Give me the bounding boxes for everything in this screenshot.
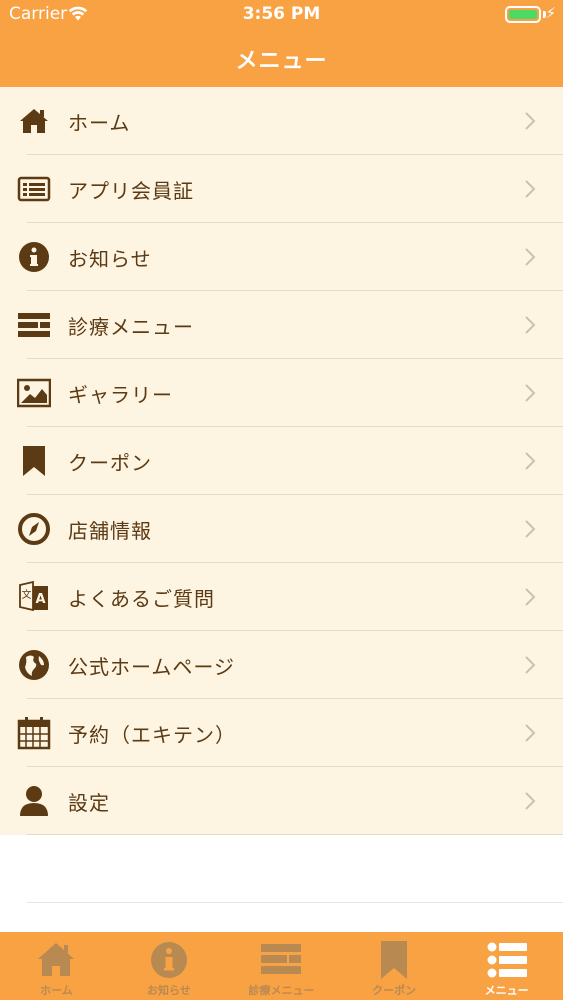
info-icon (150, 942, 187, 978)
menu-list: ホーム アプリ会員証 お知らせ 診療メニュー ギャラリー クーポン 店舗情報 文… (0, 87, 563, 835)
menu-item-label: 店舗情報 (68, 518, 152, 543)
menu-item-label: 予約（エキテン） (68, 722, 236, 747)
chevron-right-icon (525, 248, 536, 266)
menu-item-label: 診療メニュー (68, 314, 194, 339)
battery-icon (505, 6, 541, 23)
member-card-icon (16, 171, 52, 207)
menu-item-label: アプリ会員証 (68, 178, 194, 203)
tab-label: お知らせ (147, 984, 191, 997)
status-time: 3:56 PM (242, 4, 321, 24)
divider (27, 902, 563, 903)
menu-item-treatment-menu[interactable]: 診療メニュー (0, 291, 563, 359)
menu-item-member-card[interactable]: アプリ会員証 (0, 155, 563, 223)
bookmark-icon (381, 941, 408, 979)
tab-label: 診療メニュー (248, 984, 315, 997)
home-icon (16, 103, 52, 139)
svg-text:A: A (35, 592, 45, 607)
tab-menu[interactable]: メニュー (450, 932, 563, 1000)
globe-icon (16, 647, 52, 683)
header: Carrier 3:56 PM ⚡ メニュー (0, 0, 563, 87)
chevron-right-icon (525, 792, 536, 810)
tab-coupon[interactable]: クーポン (338, 932, 451, 1000)
charging-icon: ⚡ (545, 4, 556, 22)
menu-item-label: クーポン (68, 450, 152, 475)
chevron-right-icon (525, 316, 536, 334)
translate-icon: 文A (16, 579, 52, 615)
menu-item-home[interactable]: ホーム (0, 87, 563, 155)
user-icon (16, 783, 52, 819)
menu-item-label: ギャラリー (68, 382, 173, 407)
home-icon (38, 943, 75, 976)
menu-icon (487, 942, 527, 978)
svg-text:文: 文 (22, 588, 32, 601)
menu-item-label: よくあるご質問 (68, 586, 215, 611)
menu-item-news[interactable]: お知らせ (0, 223, 563, 291)
tab-label: ホーム (39, 984, 73, 997)
tab-news[interactable]: お知らせ (113, 932, 226, 1000)
list-icon (16, 307, 52, 343)
compass-icon (16, 511, 52, 547)
chevron-right-icon (525, 180, 536, 198)
tab-home[interactable]: ホーム (0, 932, 113, 1000)
chevron-right-icon (525, 452, 536, 470)
image-icon (16, 375, 52, 411)
tab-bar: ホーム お知らせ 診療メニュー クーポン メニュー (0, 932, 563, 1000)
page-title: メニュー (235, 49, 328, 74)
status-bar: Carrier 3:56 PM ⚡ (0, 0, 563, 30)
menu-item-coupon[interactable]: クーポン (0, 427, 563, 495)
menu-item-store-info[interactable]: 店舗情報 (0, 495, 563, 563)
tab-label: メニュー (484, 984, 529, 997)
menu-item-label: ホーム (68, 110, 131, 135)
menu-item-gallery[interactable]: ギャラリー (0, 359, 563, 427)
chevron-right-icon (525, 656, 536, 674)
info-icon (16, 239, 52, 275)
chevron-right-icon (525, 520, 536, 538)
chevron-right-icon (525, 588, 536, 606)
menu-item-official-website[interactable]: 公式ホームページ (0, 631, 563, 699)
menu-item-label: 公式ホームページ (68, 654, 235, 679)
menu-item-settings[interactable]: 設定 (0, 767, 563, 835)
chevron-right-icon (525, 724, 536, 742)
list-icon (261, 944, 302, 974)
menu-item-label: お知らせ (68, 246, 152, 271)
chevron-right-icon (525, 384, 536, 402)
menu-item-label: 設定 (68, 790, 110, 815)
chevron-right-icon (525, 112, 536, 130)
tab-label: クーポン (372, 984, 417, 997)
bookmark-icon (16, 443, 52, 479)
tab-treatment-menu[interactable]: 診療メニュー (225, 932, 338, 1000)
menu-item-reservation[interactable]: 予約（エキテン） (0, 699, 563, 767)
calendar-icon (16, 715, 52, 751)
menu-item-faq[interactable]: 文A よくあるご質問 (0, 563, 563, 631)
